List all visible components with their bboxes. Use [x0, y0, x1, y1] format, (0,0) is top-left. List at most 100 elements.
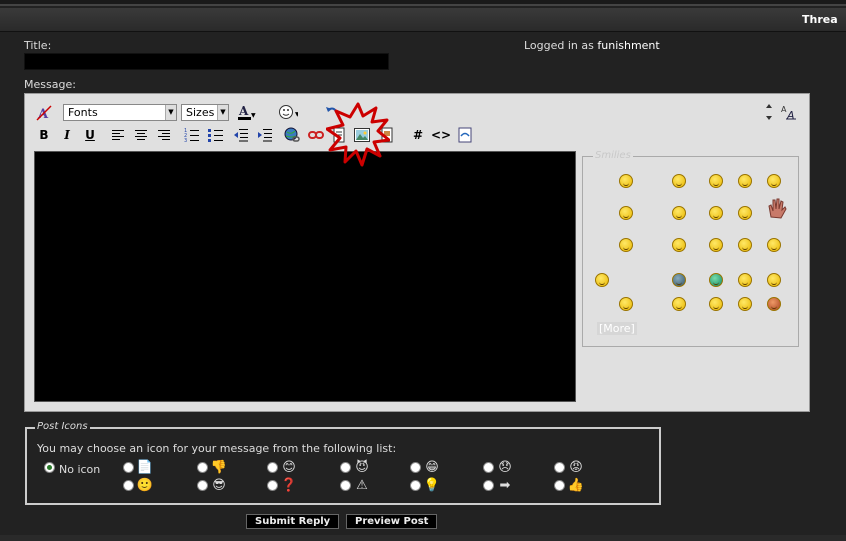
thread-header: Threa	[0, 8, 846, 32]
smiley-icon[interactable]	[672, 297, 686, 311]
more-smilies-link[interactable]: [More]	[597, 322, 637, 335]
smiley-icon[interactable]	[709, 273, 723, 287]
smiley-icon[interactable]	[738, 273, 752, 287]
font-select[interactable]: Fonts ▼	[63, 104, 177, 121]
message-textarea[interactable]	[34, 151, 576, 402]
size-select[interactable]: Sizes ▼	[181, 104, 229, 121]
logged-in-status: Logged in as funishment	[524, 39, 660, 52]
post-icon-radio-none[interactable]	[44, 462, 55, 473]
size-select-value: Sizes	[186, 106, 215, 119]
post-icon-radio[interactable]	[267, 480, 278, 491]
thread-header-title: Threa	[802, 13, 838, 26]
warning-icon: ⚠	[356, 477, 368, 493]
grin-icon: 😁	[425, 459, 439, 475]
thumbs-down-icon: 👎	[210, 459, 228, 475]
cool-icon: 😎	[212, 477, 226, 493]
chevron-down-icon: ▼	[217, 105, 228, 120]
post-icon-radio[interactable]	[340, 480, 351, 491]
underline-button[interactable]: U	[80, 126, 100, 144]
post-icons-legend: Post Icons	[35, 421, 90, 432]
align-right-icon[interactable]	[154, 126, 174, 144]
post-icon-radio[interactable]	[554, 462, 565, 473]
html-tag-button[interactable]: <>	[431, 126, 451, 144]
question-icon: ❓	[280, 477, 298, 493]
post-icon-radio[interactable]	[123, 462, 134, 473]
chevron-down-icon: ▼	[165, 105, 176, 120]
smiley-icon[interactable]	[738, 174, 752, 188]
text-color-icon[interactable]: A ▼	[236, 103, 256, 121]
angry-icon: 😡	[569, 459, 583, 475]
post-icon-radio[interactable]	[267, 462, 278, 473]
smiley-icon[interactable]	[767, 174, 781, 188]
align-left-icon[interactable]	[108, 126, 128, 144]
smiley-icon[interactable]	[767, 297, 781, 311]
smiley-icon[interactable]	[595, 273, 609, 287]
smiley-icon[interactable]	[767, 273, 781, 287]
smiley-icon[interactable]	[619, 174, 633, 188]
title-input[interactable]	[24, 53, 389, 70]
smiley-icon[interactable]	[765, 197, 787, 222]
switch-mode-icon[interactable]: A	[34, 104, 54, 122]
font-select-value: Fonts	[68, 106, 98, 119]
font-size-icon[interactable]: AA	[779, 103, 799, 121]
smiley-icon[interactable]	[672, 174, 686, 188]
smile-icon: 🙂	[136, 477, 154, 493]
highlight-burst-icon	[326, 102, 390, 167]
smiley-icon[interactable]	[709, 297, 723, 311]
unordered-list-icon[interactable]	[206, 126, 226, 144]
smiley-icon[interactable]	[672, 238, 686, 252]
title-label: Title:	[24, 39, 52, 52]
smiley-icon[interactable]	[738, 297, 752, 311]
document-icon: 📄	[136, 459, 154, 475]
ordered-list-icon[interactable]: 123	[182, 126, 202, 144]
smiley-icon[interactable]	[619, 206, 633, 220]
php-tag-icon[interactable]	[455, 126, 475, 144]
smiley-menu-icon[interactable]: ▼	[278, 103, 298, 121]
italic-button[interactable]: I	[57, 126, 77, 144]
arrow-right-icon: ➡	[499, 477, 511, 493]
smiley-icon[interactable]	[619, 238, 633, 252]
outdent-icon[interactable]	[231, 126, 251, 144]
smiley-icon[interactable]	[709, 238, 723, 252]
indent-icon[interactable]	[255, 126, 275, 144]
bold-button[interactable]: B	[34, 126, 54, 144]
svg-text:▼: ▼	[251, 112, 256, 119]
smiley-icon[interactable]	[767, 238, 781, 252]
happy-icon: 😊	[282, 459, 296, 475]
smiley-icon[interactable]	[619, 297, 633, 311]
remove-link-icon[interactable]	[306, 126, 326, 144]
post-icon-radio[interactable]	[197, 462, 208, 473]
logged-in-prefix: Logged in as	[524, 39, 598, 52]
smilies-legend: Smilies	[593, 150, 633, 161]
smiley-icon[interactable]	[672, 273, 686, 287]
page: Threa Title: Logged in as funishment Mes…	[0, 0, 846, 541]
insert-link-icon[interactable]	[282, 126, 302, 144]
smiley-icon[interactable]	[709, 206, 723, 220]
post-icon-radio[interactable]	[340, 462, 351, 473]
post-icon-radio[interactable]	[197, 480, 208, 491]
top-border	[0, 0, 846, 6]
smilies-panel: Smilies [More]	[582, 150, 799, 347]
lightbulb-icon: 💡	[423, 477, 441, 493]
post-icon-radio[interactable]	[483, 480, 494, 491]
smiley-icon[interactable]	[672, 206, 686, 220]
username: funishment	[597, 39, 660, 52]
post-icon-radio[interactable]	[410, 462, 421, 473]
post-icon-radio[interactable]	[123, 480, 134, 491]
sad-icon: 😞	[498, 459, 512, 475]
preview-post-button[interactable]: Preview Post	[346, 514, 438, 529]
resize-toggle-icon[interactable]	[759, 103, 779, 121]
bottom-border	[0, 535, 846, 541]
code-tag-button[interactable]: #	[408, 126, 428, 144]
smiley-icon[interactable]	[738, 238, 752, 252]
post-icon-radio[interactable]	[483, 462, 494, 473]
message-label: Message:	[24, 78, 76, 91]
smiley-icon[interactable]	[709, 174, 723, 188]
smiley-icon[interactable]	[738, 206, 752, 220]
thumbs-up-icon: 👍	[567, 477, 585, 493]
post-icon-radio[interactable]	[554, 480, 565, 491]
svg-text:3: 3	[184, 138, 187, 142]
post-icon-radio[interactable]	[410, 480, 421, 491]
align-center-icon[interactable]	[131, 126, 151, 144]
submit-reply-button[interactable]: Submit Reply	[246, 514, 340, 529]
